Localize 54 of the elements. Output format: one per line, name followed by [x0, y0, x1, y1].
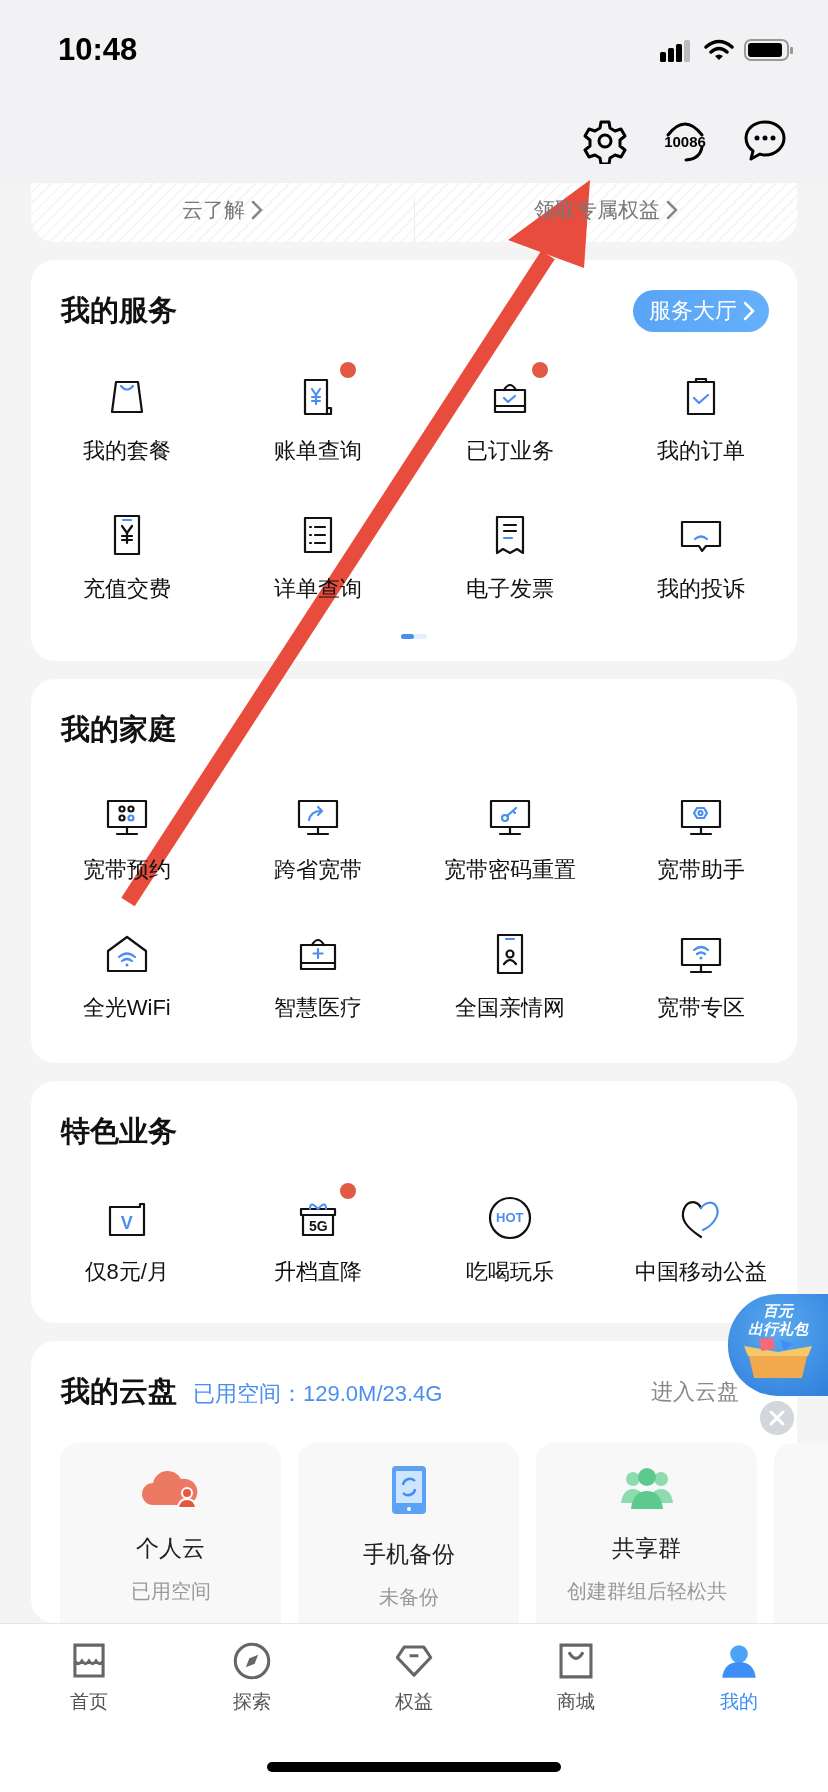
section-title: 我的云盘	[61, 1374, 177, 1409]
service-label[interactable]: 已订业务	[465, 436, 554, 466]
feature-label[interactable]: 仅8元/月	[84, 1257, 169, 1287]
service-label[interactable]: 账单查询	[274, 436, 363, 466]
chevron-icon	[250, 200, 263, 220]
tile-subtitle: 未备份	[378, 1585, 439, 1610]
tab-bar-item[interactable]: 商城	[516, 1638, 637, 1716]
family-service-label[interactable]: 宽带助手	[657, 855, 746, 885]
service-label[interactable]: 电子发票	[465, 574, 554, 604]
feature-label[interactable]: 升档直降	[274, 1257, 363, 1287]
icon-text: HOT	[495, 1210, 525, 1225]
group-icon	[620, 1465, 673, 1509]
wifi-icon	[704, 39, 734, 61]
cloud-tile[interactable]: 共享群 创建群组后轻松共	[536, 1443, 757, 1623]
chevron-icon	[665, 200, 678, 220]
banner-text: 云了解	[181, 197, 245, 223]
cloud-tile[interactable]: 手机备份 未备份	[298, 1443, 519, 1623]
page-indicator	[401, 634, 427, 639]
section-title: 我的家庭	[61, 712, 177, 747]
storage-usage: 已用空间：129.0M/23.4G	[193, 1380, 443, 1408]
family-service-label[interactable]: 跨省宽带	[274, 855, 363, 885]
section-title: 我的服务	[61, 293, 177, 328]
tile-subtitle: 已用空间	[130, 1579, 211, 1604]
tab-bar-item[interactable]: 首页	[29, 1638, 150, 1716]
settings-icon[interactable]	[582, 118, 628, 164]
tab-bar-item[interactable]: 探索	[191, 1638, 312, 1716]
gift-badge-text: 百元	[763, 1302, 793, 1320]
close-icon	[768, 1409, 786, 1427]
icon-text: 5G	[307, 1218, 329, 1234]
feature-label[interactable]: 吃喝玩乐	[465, 1257, 554, 1287]
status-time: 10:48	[58, 32, 138, 68]
family-service-label[interactable]: 智慧医疗	[274, 993, 363, 1023]
tile-title: 共享群	[612, 1534, 681, 1563]
icon-text: V	[119, 1213, 134, 1234]
chevron-icon	[743, 301, 755, 321]
family-service-label[interactable]: 全国亲情网	[454, 993, 565, 1023]
tile-title: 手机备份	[362, 1540, 455, 1569]
phone-sync-icon	[390, 1465, 427, 1515]
customer-service-button[interactable]: 10086	[662, 118, 708, 164]
tab-bar-item[interactable]: 权益	[353, 1638, 474, 1716]
feature-label[interactable]: 中国移动公益	[635, 1257, 768, 1287]
section-title: 特色业务	[61, 1114, 177, 1149]
service-label[interactable]: 我的订单	[657, 436, 746, 466]
gift-badge-text: 出行礼包	[748, 1320, 808, 1338]
family-service-label[interactable]: 全光WiFi	[82, 993, 171, 1023]
family-service-label[interactable]: 宽带专区	[657, 993, 746, 1023]
service-label[interactable]: 我的投诉	[657, 574, 746, 604]
cloud-tile[interactable]: 个人云 已用空间	[60, 1443, 281, 1623]
service-label[interactable]: 充值交费	[82, 574, 171, 604]
tile-title: 个人云	[136, 1534, 205, 1563]
family-service-label[interactable]: 宽带密码重置	[443, 855, 576, 885]
tile-subtitle: 创建群组后轻松共	[566, 1579, 727, 1604]
service-label[interactable]: 我的套餐	[82, 436, 171, 466]
battery-icon	[744, 38, 794, 62]
